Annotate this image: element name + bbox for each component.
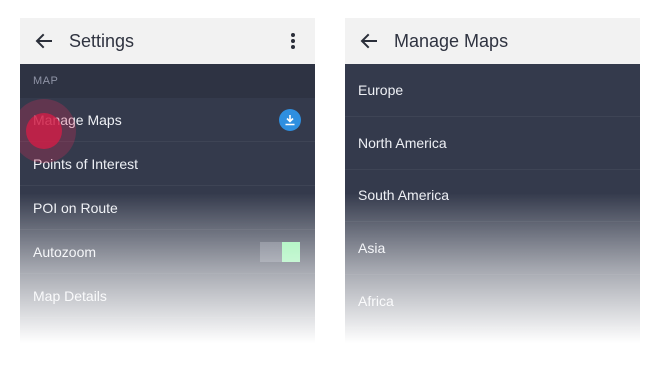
settings-item-label: Manage Maps: [33, 111, 122, 128]
region-item-south-america[interactable]: South America: [345, 170, 640, 223]
region-label: North America: [358, 134, 447, 151]
settings-item-manage-maps[interactable]: Manage Maps: [20, 98, 315, 142]
region-label: South America: [358, 187, 450, 204]
back-button[interactable]: [347, 18, 391, 64]
settings-item-faded: [20, 318, 315, 343]
region-item-europe[interactable]: Europe: [345, 64, 640, 117]
settings-item-poi-on-route[interactable]: POI on Route: [20, 186, 315, 230]
arrow-left-icon: [35, 33, 52, 49]
arrow-left-icon: [360, 33, 377, 49]
section-header-map: MAP: [20, 64, 315, 98]
settings-item-map-details[interactable]: Map Details: [20, 274, 315, 318]
settings-screen: Settings MAP Manage Maps Points of Inter…: [20, 18, 315, 343]
region-item-asia[interactable]: Asia: [345, 222, 640, 276]
settings-app-bar: Settings: [20, 18, 315, 64]
overflow-menu-button[interactable]: [281, 29, 305, 53]
settings-item-label: POI on Route: [33, 199, 118, 216]
manage-maps-app-bar: Manage Maps: [345, 18, 640, 64]
region-item-africa[interactable]: Africa: [345, 275, 640, 328]
settings-item-label: Autozoom: [33, 243, 97, 260]
back-button[interactable]: [22, 18, 66, 64]
settings-item-points-of-interest[interactable]: Points of Interest: [20, 142, 315, 186]
toggle-thumb: [282, 242, 300, 262]
page-title: Settings: [69, 30, 135, 51]
region-label: Europe: [358, 81, 404, 98]
region-item-north-america[interactable]: North America: [345, 117, 640, 170]
autozoom-toggle[interactable]: [260, 242, 300, 262]
region-label: Africa: [358, 293, 394, 310]
settings-item-autozoom[interactable]: Autozoom: [20, 230, 315, 274]
download-icon: [285, 115, 295, 126]
region-label: Asia: [358, 240, 386, 257]
download-badge[interactable]: [279, 109, 301, 131]
manage-maps-screen: Manage Maps Europe North America South A…: [345, 18, 640, 343]
settings-item-label: Map Details: [33, 287, 107, 304]
page-title: Manage Maps: [394, 30, 509, 51]
more-vertical-icon: [291, 33, 295, 49]
settings-item-label: Points of Interest: [33, 155, 139, 172]
